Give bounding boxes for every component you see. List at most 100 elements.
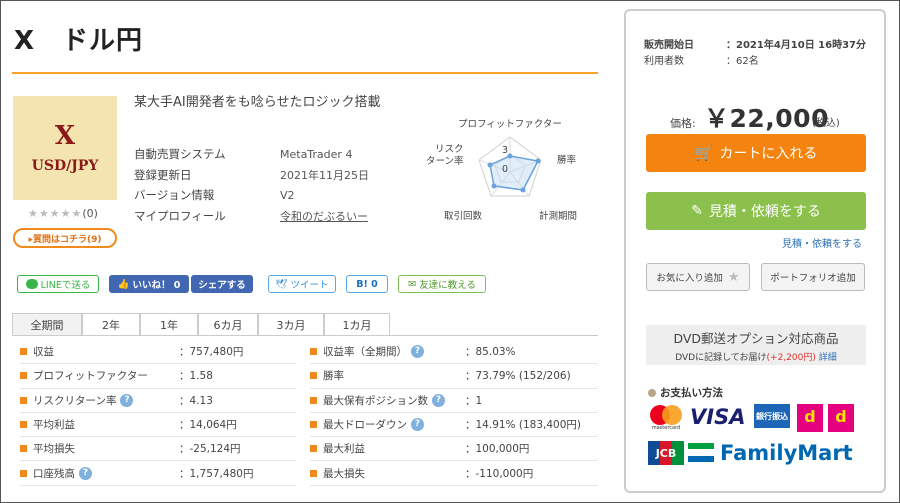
request-quote-label: 見積・依頼をする	[708, 204, 821, 220]
stat-row: 最大損失 ：-110,000円	[310, 461, 598, 486]
mastercard-logo: mastercard	[648, 403, 684, 433]
info-row: マイプロフィール 令和のだぶるいー	[134, 206, 369, 227]
product-image: X USD/JPY	[13, 96, 117, 200]
info-row: 登録更新日 2021年11月25日	[134, 165, 369, 186]
stat-value: ：1	[465, 394, 483, 407]
dvd-detail-link[interactable]: 詳細	[819, 353, 837, 363]
cart-icon: 🛒	[694, 144, 714, 162]
help-icon[interactable]: ?	[120, 393, 134, 407]
tab-1-year[interactable]: 1年	[140, 313, 198, 335]
add-to-cart-label: カートに入れる	[719, 146, 818, 162]
bullet-icon	[648, 388, 656, 397]
info-key: バージョン情報	[134, 188, 215, 203]
info-key: マイプロフィール	[134, 208, 226, 223]
users-value: ：62名	[726, 55, 759, 67]
stat-value: ：4.13	[179, 394, 213, 407]
help-icon[interactable]: ?	[432, 393, 445, 407]
stat-row: 勝率 ：73.79% (152/206)	[310, 364, 598, 389]
rating-count: (0)	[82, 207, 98, 220]
stat-row: 最大利益 ：100,000円	[310, 437, 598, 462]
add-to-cart-button[interactable]: 🛒 カートに入れる	[646, 134, 866, 172]
sale-start-value: ：2021年4月10日 16時37分	[726, 39, 867, 51]
visa-logo: VISA	[690, 405, 746, 429]
stat-value: ：757,480円	[179, 346, 244, 359]
star-icon: ★	[727, 269, 740, 285]
tab-2-years[interactable]: 2年	[82, 313, 140, 335]
rating-stars: ★★★★★	[28, 207, 83, 220]
stat-key: 平均利益	[33, 419, 75, 432]
bank-transfer-logo: 銀行振込	[754, 404, 790, 428]
tab-3-months[interactable]: 3カ月	[258, 313, 324, 335]
qa-button[interactable]: ▸質問はコチラ(9)	[13, 228, 117, 248]
info-key: 登録更新日	[134, 167, 192, 182]
price-value: ￥22,000	[704, 104, 829, 133]
tab-all-period[interactable]: 全期間	[12, 313, 82, 335]
line-share-button[interactable]: LINEで送る	[17, 275, 99, 293]
dvd-sub: DVDに記録してお届け	[675, 353, 767, 363]
tell-friend-button[interactable]: ✉ 友達に教える	[398, 275, 486, 293]
radar-tick-outer: 3	[502, 145, 509, 156]
jcb-logo: JCB	[648, 441, 684, 465]
stat-row: 平均利益 ：14,064円	[20, 413, 296, 438]
stats-right: 収益率（全期間）? ：85.03% 勝率 ：73.79% (152/206) 最大保…	[310, 340, 598, 486]
facebook-like-button[interactable]: 👍 いいね！ 0	[109, 275, 189, 293]
add-favorite-button[interactable]: お気に入り追加 ★	[646, 263, 750, 291]
tab-1-month[interactable]: 1カ月	[324, 313, 390, 335]
twitter-bird-icon: 🕊	[275, 278, 288, 290]
line-share-label: LINEで送る	[40, 280, 91, 291]
stat-row: 収益 ：757,480円	[20, 340, 296, 365]
info-value: V2	[280, 188, 295, 202]
dvd-price: (+2,200円)	[766, 353, 816, 363]
stat-key: 収益	[33, 346, 54, 359]
mail-icon: ✉	[408, 278, 417, 290]
users-label: 利用者数	[644, 55, 684, 67]
familymart-icon	[688, 443, 714, 463]
stat-key: 最大保有ポジション数?	[323, 393, 465, 408]
help-icon[interactable]: ?	[411, 418, 424, 432]
stat-key: 勝率	[323, 370, 344, 383]
stat-value: ：-25,124円	[179, 443, 241, 456]
help-icon[interactable]: ?	[411, 345, 424, 359]
payment-heading: お支払い方法	[648, 385, 723, 400]
add-favorite-label: お気に入り追加	[656, 273, 723, 284]
info-value: 2021年11月25日	[280, 168, 369, 182]
stat-row: リスクリターン率? ：4.13	[20, 389, 296, 413]
product-image-line2: USD/JPY	[31, 158, 99, 174]
request-quote-link[interactable]: 見積・依頼をする	[782, 235, 862, 250]
stat-value: ：1,757,480円	[179, 467, 254, 480]
info-value: MetaTrader 4	[280, 147, 353, 161]
facebook-like-label: いいね！ 0	[132, 280, 181, 291]
price-tax-note: (税込)	[812, 118, 840, 129]
sale-meta: 販売開始日 ：2021年4月10日 16時37分 利用者数 ：62名	[644, 35, 866, 67]
rating: ★★★★★(0)	[28, 207, 98, 220]
stat-row: 最大保有ポジション数? ：1	[310, 389, 598, 413]
stat-value: ：14,064円	[179, 419, 237, 432]
facebook-share-button[interactable]: シェアする	[191, 275, 253, 293]
purchase-box: 販売開始日 ：2021年4月10日 16時37分 利用者数 ：62名 価格: ￥22…	[624, 9, 886, 493]
profile-link[interactable]: 令和のだぶるいー	[280, 208, 368, 224]
d-daily-logo: d	[828, 404, 854, 432]
period-tabs: 全期間 2年 1年 6カ月 3カ月 1カ月	[12, 313, 390, 335]
stat-value: ：-110,000円	[465, 467, 534, 480]
stat-value: ：100,000円	[465, 443, 530, 456]
tell-friend-label: 友達に教える	[419, 280, 476, 291]
info-row: バージョン情報 V2	[134, 185, 369, 206]
help-icon[interactable]: ?	[79, 466, 92, 480]
page-title: X ドル円	[14, 26, 144, 56]
stat-key: プロフィットファクター	[33, 370, 148, 383]
stat-value: ：73.79% (152/206)	[465, 370, 571, 383]
tweet-button[interactable]: 🕊 ツイート	[268, 275, 336, 293]
hatena-bookmark-button[interactable]: B! 0	[346, 275, 388, 293]
stat-key: 最大利益	[323, 443, 365, 456]
stat-key: 最大ドローダウン?	[323, 417, 465, 432]
radar-graphic	[478, 136, 542, 197]
stat-row: 最大ドローダウン? ：14.91% (183,400円)	[310, 413, 598, 438]
stat-key: 平均損失	[33, 443, 75, 456]
dvd-option-banner: DVD郵送オプション対応商品 DVDに記録してお届け(+2,200円) 詳細	[646, 325, 866, 365]
product-info: 自動売買システム MetaTrader 4 登録更新日 2021年11月25日 バー…	[134, 144, 369, 226]
add-portfolio-button[interactable]: ポートフォリオ追加	[761, 263, 865, 291]
info-row: 自動売買システム MetaTrader 4	[134, 144, 369, 165]
tab-6-months[interactable]: 6カ月	[198, 313, 258, 335]
tweet-label: ツイート	[290, 280, 329, 291]
request-quote-button[interactable]: ✎ 見積・依頼をする	[646, 192, 866, 230]
